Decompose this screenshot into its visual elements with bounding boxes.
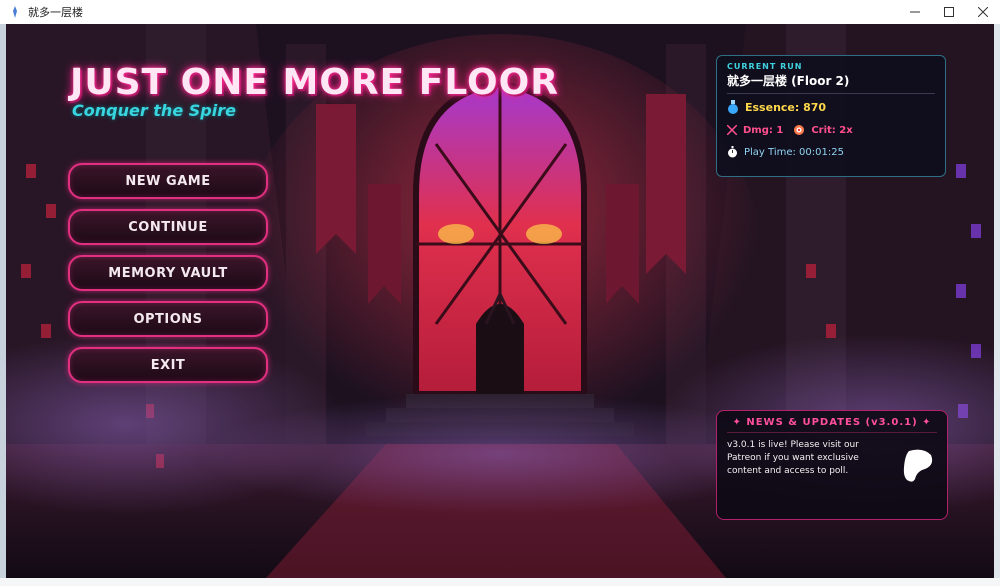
divider: [727, 93, 935, 94]
minimize-button[interactable]: [898, 0, 932, 24]
game-title: JUST ONE MORE FLOOR: [70, 62, 559, 103]
essence-row: Essence: 870: [727, 100, 935, 114]
crit-value: Crit: 2x: [811, 124, 853, 136]
window-controls: [898, 0, 1000, 24]
game-subtitle: Conquer the Spire: [72, 101, 236, 120]
play-time-value: Play Time: 00:01:25: [744, 146, 844, 158]
current-run-title: 就多一层楼 (Floor 2): [727, 74, 850, 88]
game-viewport[interactable]: JUST ONE MORE FLOOR Conquer the Spire NE…: [6, 24, 994, 578]
desktop-bottom-edge: [0, 578, 1000, 586]
playtime-row: Play Time: 00:01:25: [727, 146, 935, 158]
main-menu: NEW GAME CONTINUE MEMORY VAULT OPTIONS E…: [68, 163, 270, 393]
close-icon: [978, 7, 988, 17]
essence-value: Essence: 870: [745, 100, 827, 114]
dmg-value: Dmg: 1: [743, 124, 784, 136]
stopwatch-icon: [728, 146, 737, 158]
current-run-panel: CURRENT RUN 就多一层楼 (Floor 2) Essence: 870…: [716, 55, 946, 177]
desktop-right-edge: [994, 24, 1000, 586]
news-body: v3.0.1 is live! Please visit our Patreon…: [727, 440, 859, 476]
combat-stats-row: Dmg: 1 Crit: 2x: [727, 124, 935, 136]
maximize-button[interactable]: [932, 0, 966, 24]
exit-button[interactable]: EXIT: [68, 347, 268, 383]
potion-icon: [728, 100, 738, 114]
window-title: 就多一层楼: [28, 6, 83, 19]
close-button[interactable]: [966, 0, 1000, 24]
news-title: ✦ NEWS & UPDATES (v3.0.1) ✦: [727, 417, 937, 433]
patreon-icon[interactable]: [899, 445, 935, 483]
minimize-icon: [910, 11, 920, 13]
current-run-label: CURRENT RUN: [727, 62, 803, 71]
options-button[interactable]: OPTIONS: [68, 301, 268, 337]
new-game-button[interactable]: NEW GAME: [68, 163, 268, 199]
maximize-icon: [944, 7, 954, 17]
app-icon: [13, 6, 17, 18]
target-icon: [794, 125, 805, 135]
continue-button[interactable]: CONTINUE: [68, 209, 268, 245]
memory-vault-button[interactable]: MEMORY VAULT: [68, 255, 268, 291]
window-titlebar: 就多一层楼: [0, 0, 1000, 24]
news-panel: ✦ NEWS & UPDATES (v3.0.1) ✦ v3.0.1 is li…: [716, 410, 948, 520]
sword-icon: [727, 125, 737, 135]
